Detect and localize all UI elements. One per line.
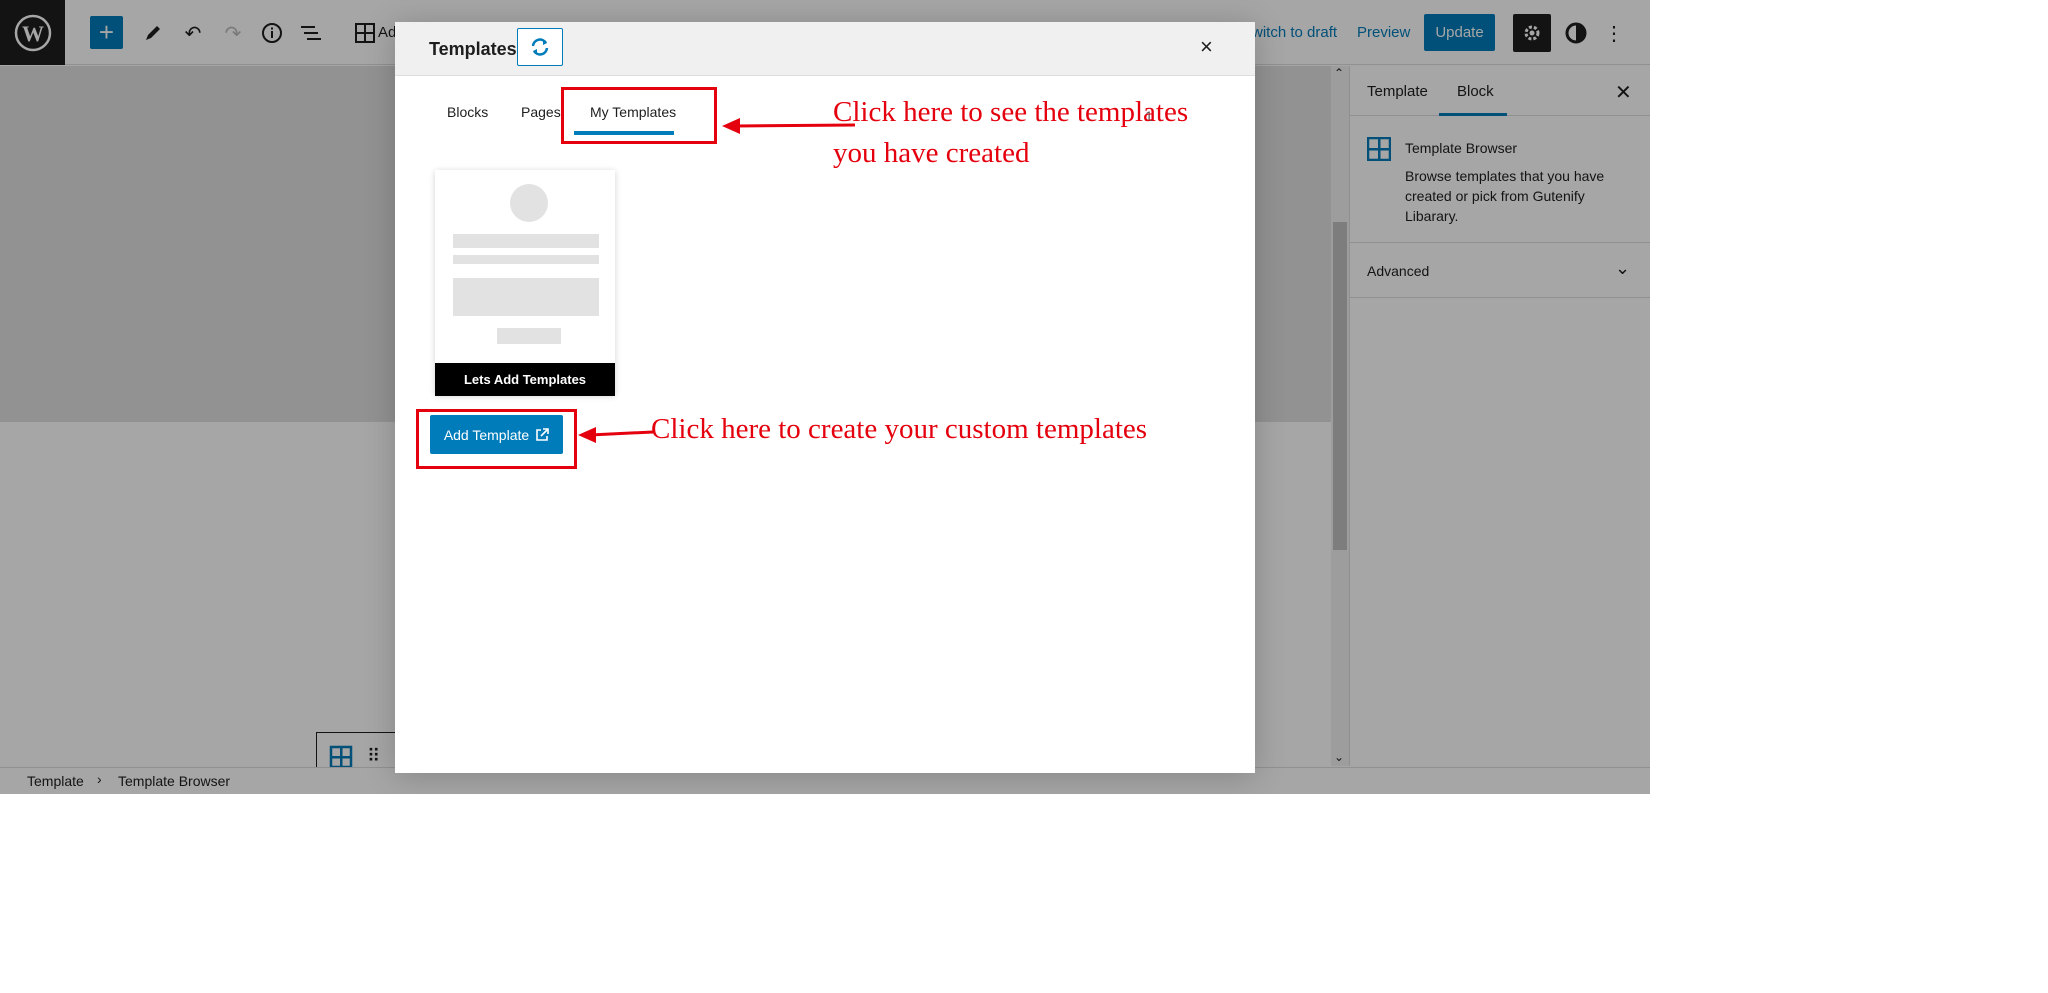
arrow-left-icon xyxy=(578,427,596,443)
annotation-my-templates: Click here to see the templates you have… xyxy=(833,96,1189,169)
annotation-add-template: Click here to create your custom templat… xyxy=(651,413,1148,445)
arrow-left-icon xyxy=(722,118,740,134)
annotation-arrows xyxy=(578,118,856,443)
editor-app: W + ↶ ↷ Ad witch to draft Preview Update xyxy=(0,0,1650,794)
